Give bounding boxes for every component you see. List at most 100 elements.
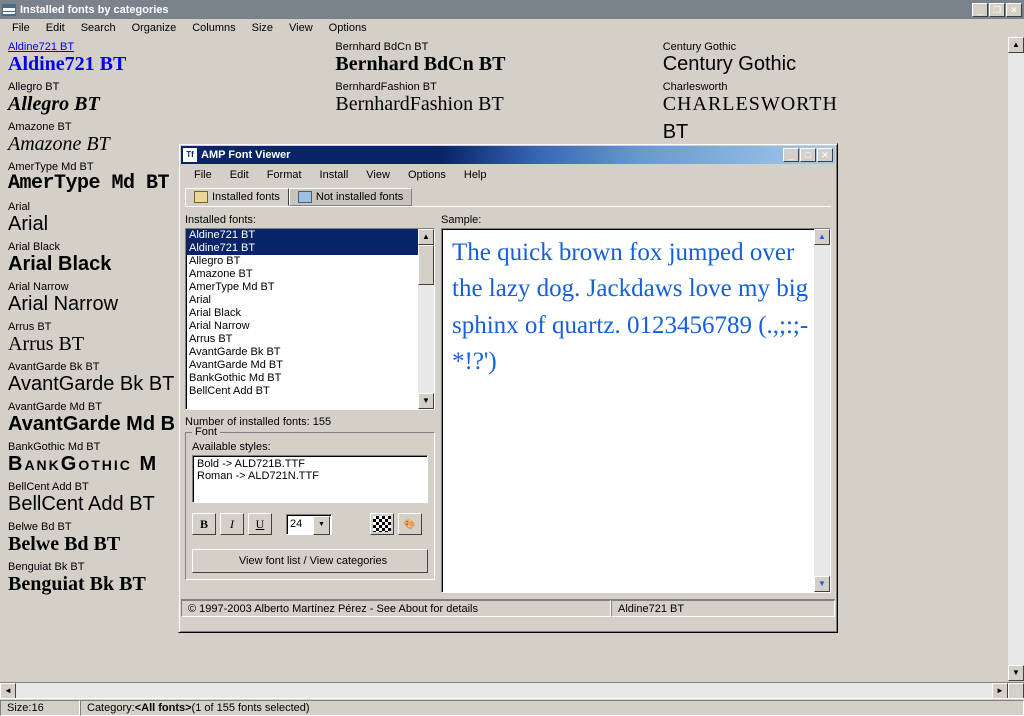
- minimize-button[interactable]: _: [972, 3, 988, 17]
- font-cell[interactable]: Allegro BTAllegro BT: [8, 81, 335, 115]
- list-item[interactable]: Aldine721 BT: [186, 242, 434, 255]
- close-button[interactable]: ✕: [1006, 3, 1022, 17]
- horizontal-scrollbar[interactable]: ◄ ►: [0, 682, 1024, 698]
- font-fieldset: Font Available styles: Bold -> ALD721B.T…: [185, 432, 435, 580]
- list-item[interactable]: Arial Narrow: [186, 320, 434, 333]
- menu-columns[interactable]: Columns: [184, 20, 243, 36]
- restore-button[interactable]: ❐: [989, 3, 1005, 17]
- font-cell[interactable]: BernhardFashion BTBernhardFashion BT: [335, 81, 662, 115]
- menu-organize[interactable]: Organize: [124, 20, 185, 36]
- bold-button[interactable]: B: [192, 513, 216, 535]
- vmenu-edit[interactable]: Edit: [221, 167, 258, 183]
- scroll-left-button[interactable]: ◄: [0, 683, 16, 699]
- font-preview: Century Gothic: [663, 53, 990, 75]
- font-preview: Allegro BT: [8, 93, 335, 115]
- font-preview: BernhardFashion BT: [335, 93, 662, 115]
- list-item[interactable]: AmerType Md BT: [186, 281, 434, 294]
- font-cell[interactable]: Century GothicCentury Gothic: [663, 41, 990, 75]
- tab-not-installed[interactable]: Not installed fonts: [289, 188, 412, 206]
- styles-label: Available styles:: [192, 441, 428, 453]
- font-preview: Aldine721 BT: [8, 53, 335, 75]
- list-scroll-down[interactable]: ▼: [418, 393, 434, 409]
- viewer-close-button[interactable]: ✕: [817, 148, 833, 162]
- list-item[interactable]: Arial Black: [186, 307, 434, 320]
- viewer-title: AMP Font Viewer: [201, 149, 290, 161]
- sample-scroll-down[interactable]: ▼: [814, 576, 830, 592]
- status-category: Category: <All fonts> (1 of 155 fonts se…: [80, 700, 1024, 716]
- list-item[interactable]: BankGothic Md BT: [186, 372, 434, 385]
- menu-search[interactable]: Search: [73, 20, 124, 36]
- font-name: BernhardFashion BT: [335, 81, 662, 93]
- font-cell[interactable]: BT: [663, 121, 990, 143]
- list-scroll-up[interactable]: ▲: [418, 229, 434, 245]
- vmenu-install[interactable]: Install: [311, 167, 358, 183]
- vmenu-help[interactable]: Help: [455, 167, 496, 183]
- app-icon: Tf: [183, 148, 197, 162]
- menu-file[interactable]: File: [4, 20, 38, 36]
- menu-edit[interactable]: Edit: [38, 20, 73, 36]
- right-panel: Sample: The quick brown fox jumped over …: [441, 214, 831, 593]
- sample-scrollbar[interactable]: ▲ ▼: [814, 229, 830, 592]
- menu-options[interactable]: Options: [321, 20, 375, 36]
- not-installed-fonts-icon: [298, 191, 312, 203]
- bg-color-button[interactable]: 🎨: [398, 513, 422, 535]
- status-current-font: Aldine721 BT: [611, 600, 835, 617]
- size-select[interactable]: 24: [286, 514, 332, 535]
- font-name: Amazone BT: [8, 121, 335, 133]
- style-row: Bold -> ALD721B.TTF: [197, 458, 423, 470]
- menu-size[interactable]: Size: [244, 20, 281, 36]
- installed-fonts-icon: [194, 191, 208, 203]
- list-item[interactable]: Arial: [186, 294, 434, 307]
- vmenu-view[interactable]: View: [357, 167, 399, 183]
- viewer-maximize-button[interactable]: □: [800, 148, 816, 162]
- scroll-down-button[interactable]: ▼: [1008, 665, 1024, 681]
- font-name: Bernhard BdCn BT: [335, 41, 662, 53]
- list-item[interactable]: Amazone BT: [186, 268, 434, 281]
- font-preview: BT: [663, 121, 990, 143]
- font-preview: CHARLESWORTH: [663, 93, 990, 115]
- font-count: Number of installed fonts: 155: [185, 416, 435, 428]
- vertical-scrollbar[interactable]: ▲ ▼: [1008, 37, 1024, 681]
- font-cell[interactable]: Aldine721 BTAldine721 BT: [8, 41, 335, 75]
- menu-view[interactable]: View: [281, 20, 321, 36]
- categories-icon: [2, 4, 16, 16]
- list-item[interactable]: AvantGarde Bk BT: [186, 346, 434, 359]
- main-menubar: File Edit Search Organize Columns Size V…: [0, 19, 1024, 37]
- font-cell[interactable]: Bernhard BdCn BTBernhard BdCn BT: [335, 41, 662, 75]
- font-name: Aldine721 BT: [8, 41, 335, 53]
- list-item[interactable]: AvantGarde Md BT: [186, 359, 434, 372]
- list-item[interactable]: Aldine721 BT: [186, 229, 434, 242]
- italic-button[interactable]: I: [220, 513, 244, 535]
- listbox-scrollbar[interactable]: ▲ ▼: [418, 229, 434, 409]
- vmenu-format[interactable]: Format: [258, 167, 311, 183]
- scroll-up-button[interactable]: ▲: [1008, 37, 1024, 53]
- font-legend: Font: [192, 426, 220, 438]
- status-size: Size: 16: [0, 700, 80, 716]
- format-toolbar: B I U 24 🎨: [192, 513, 428, 535]
- sample-textarea[interactable]: The quick brown fox jumped over the lazy…: [441, 228, 831, 593]
- list-item[interactable]: BellCent Add BT: [186, 385, 434, 398]
- font-cell[interactable]: CharlesworthCHARLESWORTH: [663, 81, 990, 115]
- fg-color-button[interactable]: [370, 513, 394, 535]
- viewer-statusbar: © 1997-2003 Alberto Martínez Pérez - See…: [181, 599, 835, 617]
- viewer-minimize-button[interactable]: _: [783, 148, 799, 162]
- fonts-list-label: Installed fonts:: [185, 214, 435, 226]
- vmenu-file[interactable]: File: [185, 167, 221, 183]
- scroll-right-button[interactable]: ►: [992, 683, 1008, 699]
- list-scroll-thumb[interactable]: [418, 245, 434, 285]
- underline-button[interactable]: U: [248, 513, 272, 535]
- tab-installed[interactable]: Installed fonts: [185, 188, 289, 206]
- style-row: Roman -> ALD721N.TTF: [197, 470, 423, 482]
- list-item[interactable]: Allegro BT: [186, 255, 434, 268]
- list-item[interactable]: Arrus BT: [186, 333, 434, 346]
- font-name: Century Gothic: [663, 41, 990, 53]
- fonts-listbox[interactable]: Aldine721 BTAldine721 BTAllegro BTAmazon…: [185, 228, 435, 410]
- vmenu-options[interactable]: Options: [399, 167, 455, 183]
- sample-scroll-up[interactable]: ▲: [814, 229, 830, 245]
- main-titlebar: Installed fonts by categories _ ❐ ✕: [0, 0, 1024, 19]
- main-statusbar: Size: 16 Category: <All fonts> (1 of 155…: [0, 698, 1024, 716]
- sample-label: Sample:: [441, 214, 831, 226]
- font-name: Allegro BT: [8, 81, 335, 93]
- view-categories-button[interactable]: View font list / View categories: [192, 549, 428, 573]
- status-copyright: © 1997-2003 Alberto Martínez Pérez - See…: [181, 600, 611, 617]
